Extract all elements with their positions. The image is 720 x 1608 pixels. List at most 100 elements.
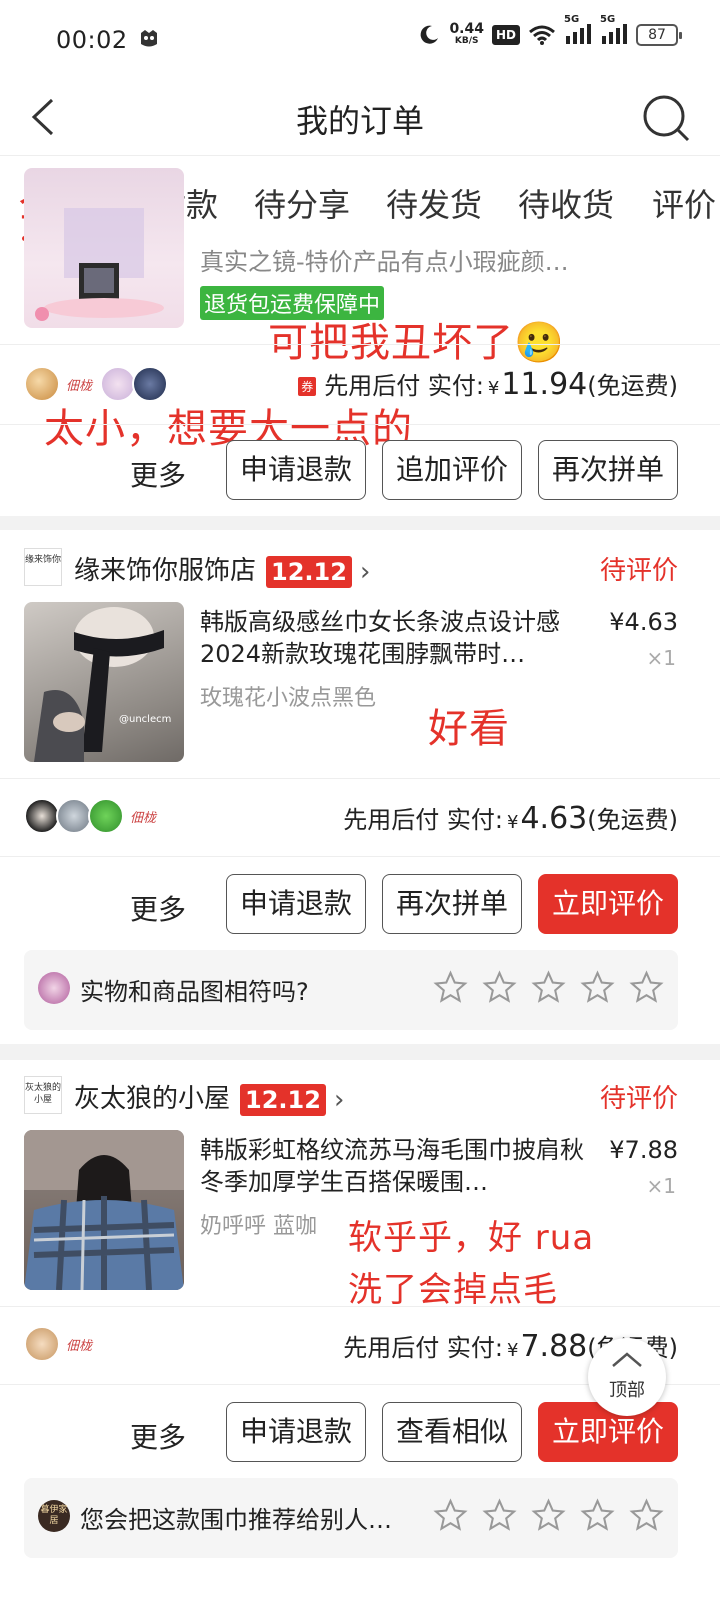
chevron-right-icon: › [359,556,371,587]
order-card-3: 灰太狼的小屋 灰太狼的小屋 12.12 › 待评价 韩版彩虹格纹流苏马海毛围巾披肩秋… [0,1060,720,1608]
more-button[interactable]: 更多 [130,888,186,928]
divider [0,424,720,425]
net-speed-value: 0.44 [449,20,484,37]
product-image-plaid-scarf [24,1130,184,1290]
shop-header[interactable]: 缘来饰你服饰店 12.12 › [74,550,370,588]
star-icon[interactable] [580,1498,615,1533]
star-icon[interactable] [580,970,615,1005]
battery-icon: 87 [636,23,682,46]
rating-mascot-icon [38,972,70,1004]
product-thumbnail[interactable] [24,1130,184,1290]
order-card-2: 缘来饰你 缘来饰你服饰店 12.12 › 待评价 @unclecm 韩版高级感丝巾女… [0,530,720,1044]
product-image-scarf: @unclecm [34,607,171,762]
shipping-note: (免运费) [587,372,678,400]
pay-amount: 7.88 [520,1329,588,1364]
page-title: 我的订单 [295,102,424,140]
star-icon[interactable] [433,970,468,1005]
divider [0,856,720,857]
product-qty: ×1 [646,1174,676,1198]
more-button[interactable]: 更多 [130,1416,186,1456]
tab-pending-share[interactable]: 待分享 [254,180,350,226]
product-image-mirror [35,208,164,321]
star-rating[interactable] [433,970,664,1005]
view-similar-button[interactable]: 查看相似 [382,1402,522,1462]
tab-pending-receive[interactable]: 待收货 [518,180,614,226]
quick-rating-bar: 暮伊家居 您会把这款围巾推荐给别人… [24,1478,678,1558]
currency-symbol: ¥ [507,1340,519,1361]
promo-badge: 12.12 [240,1083,326,1116]
net-speed: 0.44 KB/S [449,20,484,47]
reorder-button[interactable]: 再次拼单 [382,874,522,934]
star-icon[interactable] [531,1498,566,1533]
reorder-button[interactable]: 再次拼单 [538,440,678,500]
status-bar: 00:02 0.44 KB/S HD 5G 5G 87 [0,0,720,80]
pay-amount: 4.63 [520,801,588,836]
handwritten-note: 软乎乎，好 rua [348,1218,595,1258]
tab-pending-ship[interactable]: 待发货 [386,180,482,226]
avatar [24,1326,60,1362]
shop-logo-small: 暮伊家居 [38,1500,70,1532]
search-icon[interactable] [640,92,692,144]
shop-logo[interactable]: 灰太狼的小屋 [24,1076,62,1114]
signal-bars-icon [566,24,591,44]
product-qty: ×1 [646,646,676,670]
avatar-label: 佃栊 [130,810,157,826]
product-spec: 玫瑰花小波点黑色 [200,686,377,711]
order-state: 待评价 [599,556,678,586]
signal-5g-2-label: 5G [600,14,616,25]
product-thumbnail[interactable] [24,168,184,328]
currency-symbol: ¥ [507,812,519,833]
signal-bars-icon [602,24,627,44]
star-icon[interactable] [629,970,664,1005]
signal-5g-1-label: 5G [564,14,580,25]
avatar [56,798,92,834]
pay-label: 先用后付 实付: [343,1334,504,1362]
app-notification-icon [141,30,157,47]
coupon-badge: 券 [298,377,317,396]
avatar-label: 佃栊 [66,378,93,394]
product-name[interactable]: 真实之镜-特价产品有点小瑕疵颜… [200,246,569,278]
payment-summary: 先用后付 实付: ¥ 4.63 (免运费) [343,800,678,836]
refund-button[interactable]: 申请退款 [226,440,366,500]
shipping-note: (免运费) [587,806,678,834]
divider [0,778,720,779]
shop-header[interactable]: 灰太狼的小屋 12.12 › [74,1078,344,1116]
refund-button[interactable]: 申请退款 [226,874,366,934]
group-avatars: 佃栊 [24,798,156,834]
status-right: 0.44 KB/S HD 5G 5G 87 [417,14,682,47]
refund-button[interactable]: 申请退款 [226,1402,366,1462]
star-rating[interactable] [433,1498,664,1533]
review-now-button[interactable]: 立即评价 [538,874,678,934]
quick-rating-bar: 实物和商品图相符吗? [24,950,678,1030]
product-name[interactable]: 韩版高级感丝巾女长条波点设计感2024新款玫瑰花围脖飘带时… [200,606,590,670]
product-name[interactable]: 韩版彩虹格纹流苏马海毛围巾披肩秋冬季加厚学生百搭保暖围… [200,1134,590,1198]
orders-page: 00:02 0.44 KB/S HD 5G 5G 87 我的订单 待分享 待发货… [0,0,720,1608]
chevron-right-icon: › [333,1084,345,1115]
signal-5g-2: 5G [600,14,628,47]
promo-badge: 12.12 [266,555,352,588]
add-review-button[interactable]: 追加评价 [382,440,522,500]
avatar [24,798,60,834]
back-to-top-label: 顶部 [609,1380,645,1401]
star-icon[interactable] [482,1498,517,1533]
handwritten-note: 可把我丑坏了🥲 [268,320,565,366]
product-thumbnail[interactable]: @unclecm [24,602,184,762]
tab-review[interactable]: 评价 [652,180,716,226]
star-icon[interactable] [482,970,517,1005]
nav-header: 我的订单 [0,80,720,156]
currency-symbol: ¥ [487,378,500,399]
star-icon[interactable] [531,970,566,1005]
product-spec: 奶呼呼 蓝咖 [200,1214,317,1239]
more-button[interactable]: 更多 [130,454,186,494]
handwritten-note: 洗了会掉点毛 [348,1270,558,1310]
shop-logo[interactable]: 缘来饰你 [24,548,62,586]
pay-label: 先用后付 实付: [343,806,504,834]
divider [0,344,720,345]
divider [0,1306,720,1307]
status-time: 00:02 [56,26,128,54]
back-to-top-button[interactable]: 顶部 [588,1338,666,1416]
star-icon[interactable] [629,1498,664,1533]
product-price: ¥7.88 [609,1136,678,1164]
group-avatars: 佃栊 [24,1326,92,1362]
star-icon[interactable] [433,1498,468,1533]
